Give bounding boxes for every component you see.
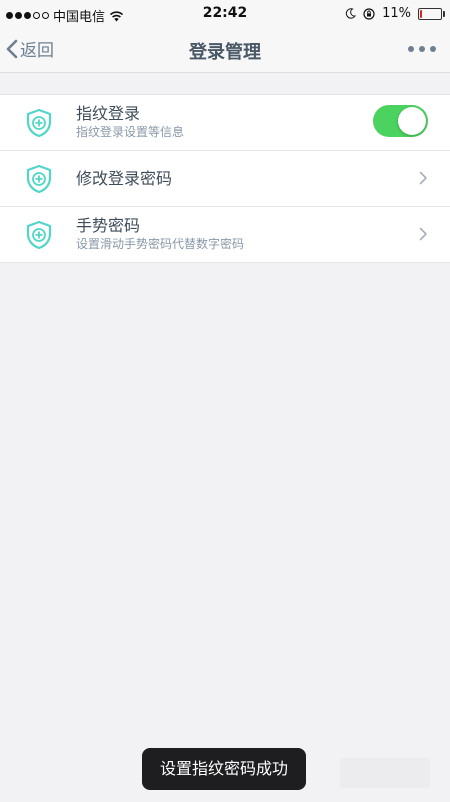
item-subtitle: 设置滑动手势密码代替数字密码 — [76, 237, 245, 251]
rotation-lock-icon — [363, 7, 375, 20]
item-text: 指纹登录 指纹登录设置等信息 — [76, 104, 184, 140]
moon-icon — [345, 8, 357, 19]
item-title: 指纹登录 — [76, 104, 141, 123]
list-item-fingerprint-login[interactable]: 指纹登录 指纹登录设置等信息 — [0, 95, 450, 151]
item-title: 手势密码 — [76, 216, 141, 235]
more-dot-icon — [408, 46, 414, 52]
shield-plus-icon — [26, 164, 52, 194]
battery-icon — [418, 7, 445, 20]
toggle-knob — [398, 107, 426, 135]
chevron-right-icon — [419, 227, 427, 241]
chevron-right-icon — [419, 171, 427, 185]
battery-percent: 11% — [382, 6, 411, 21]
navigation-bar: 返回 登录管理 — [0, 28, 450, 73]
item-text: 修改登录密码 — [76, 169, 172, 189]
item-text: 手势密码 设置滑动手势密码代替数字密码 — [76, 216, 244, 252]
fingerprint-login-toggle[interactable] — [373, 105, 428, 137]
blurred-watermark — [340, 758, 430, 788]
list-item-change-login-password[interactable]: 修改登录密码 — [0, 151, 450, 207]
more-options-button[interactable] — [408, 46, 436, 52]
item-subtitle: 指纹登录设置等信息 — [76, 125, 185, 139]
item-title: 修改登录密码 — [76, 169, 173, 188]
page-title: 登录管理 — [189, 42, 261, 63]
settings-list: 指纹登录 指纹登录设置等信息 修改登录密码 手势密码 设置滑动手势密码代替数字密… — [0, 94, 450, 263]
more-dot-icon — [419, 46, 425, 52]
status-bar: 中国电信 22:42 11% — [0, 0, 450, 28]
toast-message: 设置指纹密码成功 — [142, 748, 306, 790]
shield-plus-icon — [26, 108, 52, 138]
battery-level — [420, 9, 422, 18]
shield-plus-icon — [26, 220, 52, 250]
list-item-gesture-password[interactable]: 手势密码 设置滑动手势密码代替数字密码 — [0, 207, 450, 263]
more-dot-icon — [430, 46, 436, 52]
status-right: 11% — [345, 6, 445, 21]
